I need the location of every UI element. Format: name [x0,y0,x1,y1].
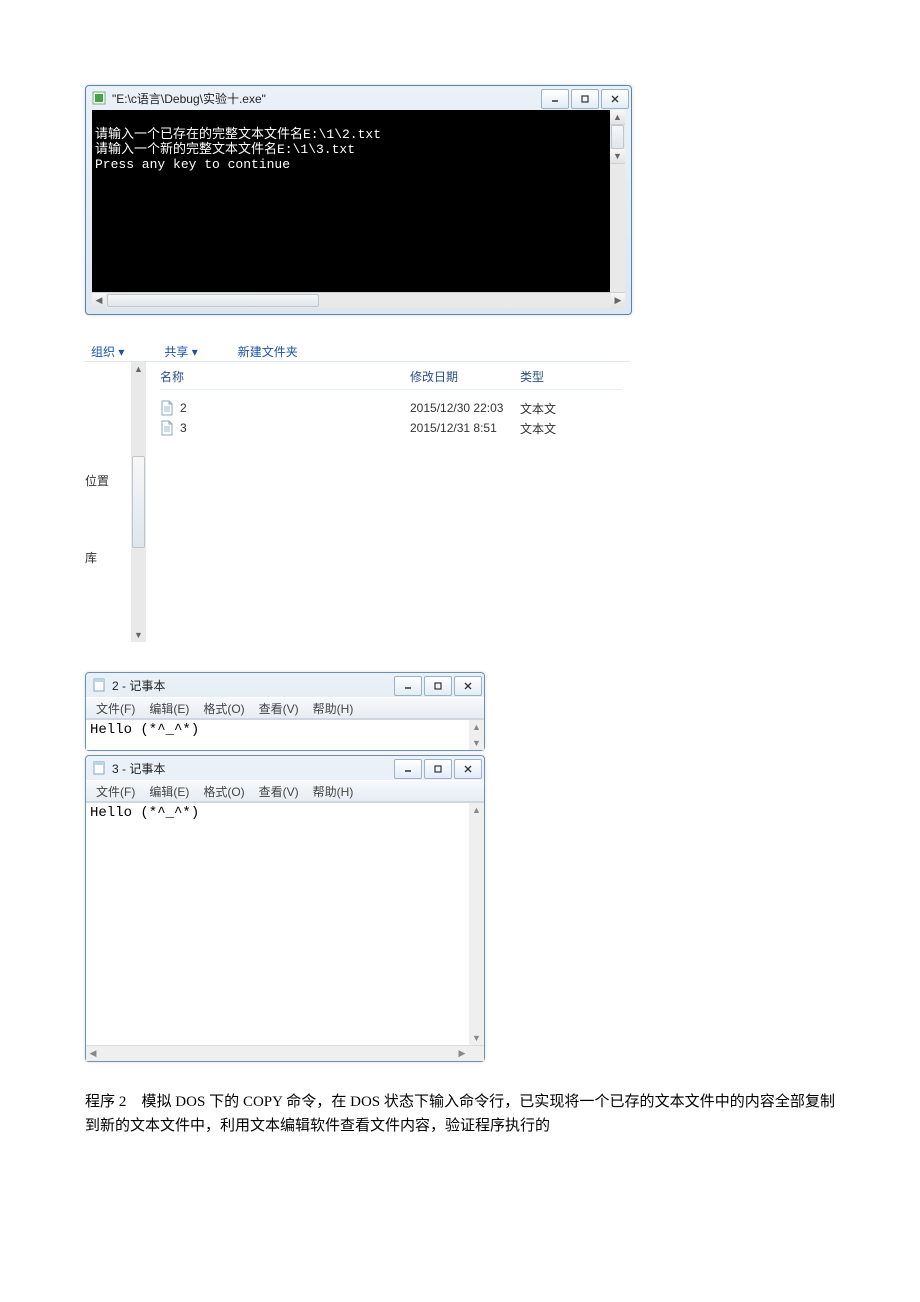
explorer-toolbar: 组织 ▾ 共享 ▾ 新建文件夹 [85,343,630,361]
maximize-button[interactable] [424,759,452,779]
menu-file[interactable]: 文件(F) [96,783,135,800]
nav-scrollbar[interactable]: ▲ ▼ [131,362,146,642]
menu-help[interactable]: 帮助(H) [313,783,354,800]
file-date: 2015/12/31 8:51 [410,421,520,435]
explorer-nav: 位置 库 [85,362,131,642]
notepad-editor[interactable]: Hello (*^_^*) [86,720,469,750]
text-file-icon [160,400,174,416]
menu-view[interactable]: 查看(V) [259,700,299,717]
paragraph-label: 程序 2 [85,1094,126,1110]
nav-item[interactable]: 库 [85,549,131,566]
scroll-right-icon[interactable]: ▶ [611,293,625,308]
console-window: "E:\c语言\Debug\实验十.exe" 请输入一个已存在的完整文本文件名E… [85,85,632,315]
file-type: 文本文 [520,420,570,437]
file-type: 文本文 [520,400,570,417]
scroll-down-icon[interactable]: ▼ [610,149,625,164]
menu-format[interactable]: 格式(O) [203,783,244,800]
notepad-titlebar[interactable]: 2 - 记事本 [86,673,484,697]
console-title: "E:\c语言\Debug\实验十.exe" [112,90,266,107]
column-headers: 名称 修改日期 类型 [160,368,622,390]
menu-edit[interactable]: 编辑(E) [149,700,189,717]
scroll-up-icon[interactable]: ▲ [469,720,484,734]
scroll-down-icon[interactable]: ▼ [469,1031,484,1045]
menu-edit[interactable]: 编辑(E) [149,783,189,800]
scrollbar-thumb[interactable] [107,294,319,307]
scroll-down-icon[interactable]: ▼ [469,736,484,750]
scroll-left-icon[interactable]: ◀ [86,1046,100,1061]
nav-item[interactable]: 位置 [85,472,131,489]
header-date[interactable]: 修改日期 [410,368,520,385]
scrollbar-thumb[interactable] [611,125,624,149]
vertical-scrollbar[interactable]: ▲ ▼ [469,720,484,750]
menu-help[interactable]: 帮助(H) [313,700,354,717]
toolbar-item[interactable]: 共享 ▾ [164,343,197,361]
scroll-down-icon[interactable]: ▼ [131,628,146,642]
horizontal-scrollbar[interactable]: ◀ ▶ [86,1045,484,1061]
scroll-left-icon[interactable]: ◀ [92,293,106,308]
header-type[interactable]: 类型 [520,368,570,385]
close-button[interactable] [454,759,482,779]
menu-view[interactable]: 查看(V) [259,783,299,800]
paragraph-text: 模拟 DOS 下的 COPY 命令，在 DOS 状态下输入命令行，已实现将一个已… [85,1094,835,1134]
scroll-up-icon[interactable]: ▲ [131,362,146,376]
close-button[interactable] [454,676,482,696]
header-name[interactable]: 名称 [160,368,410,385]
minimize-button[interactable] [541,89,569,109]
vertical-scrollbar[interactable]: ▲ ▼ [610,110,625,292]
close-button[interactable] [601,89,629,109]
minimize-button[interactable] [394,759,422,779]
notepad-window-3: 3 - 记事本 文件(F) 编辑(E) 格式(O) 查看(V) 帮助(H) He… [85,755,485,1062]
console-app-icon [92,91,106,105]
maximize-button[interactable] [571,89,599,109]
console-output: 请输入一个已存在的完整文本文件名E:\1\2.txt 请输入一个新的完整文本文件… [92,110,625,292]
menu-file[interactable]: 文件(F) [96,700,135,717]
console-line: 请输入一个已存在的完整文本文件名E:\1\2.txt [95,127,381,142]
notepad-titlebar[interactable]: 3 - 记事本 [86,756,484,780]
menu-format[interactable]: 格式(O) [203,700,244,717]
console-line: Press any key to continue [95,157,290,172]
vertical-scrollbar[interactable]: ▲ ▼ [469,803,484,1045]
explorer-window: 组织 ▾ 共享 ▾ 新建文件夹 位置 库 ▲ ▼ 名称 修改日期 类型 [85,343,630,642]
text-file-icon [160,420,174,436]
file-name: 3 [180,421,410,435]
notepad-menubar: 文件(F) 编辑(E) 格式(O) 查看(V) 帮助(H) [86,697,484,719]
notepad-icon [92,678,106,692]
scroll-right-icon[interactable]: ▶ [455,1046,469,1061]
toolbar-item[interactable]: 新建文件夹 [238,343,298,361]
notepad-title: 3 - 记事本 [112,760,165,777]
notepad-window-2: 2 - 记事本 文件(F) 编辑(E) 格式(O) 查看(V) 帮助(H) He… [85,672,485,751]
scroll-up-icon[interactable]: ▲ [469,803,484,817]
console-titlebar[interactable]: "E:\c语言\Debug\实验十.exe" [86,86,631,110]
notepad-title: 2 - 记事本 [112,677,165,694]
scrollbar-thumb[interactable] [132,456,145,548]
resize-grip[interactable] [469,1046,484,1061]
body-paragraph: 程序 2 模拟 DOS 下的 COPY 命令，在 DOS 状态下输入命令行，已实… [85,1090,835,1138]
file-row[interactable]: 3 2015/12/31 8:51 文本文 [160,418,622,438]
horizontal-scrollbar[interactable]: ◀ ▶ [92,292,625,308]
notepad-menubar: 文件(F) 编辑(E) 格式(O) 查看(V) 帮助(H) [86,780,484,802]
notepad-editor[interactable]: Hello (*^_^*) [86,803,469,1045]
file-name: 2 [180,401,410,415]
console-line: 请输入一个新的完整文本文件名E:\1\3.txt [95,142,355,157]
toolbar-item[interactable]: 组织 ▾ [91,343,124,361]
file-row[interactable]: 2 2015/12/30 22:03 文本文 [160,398,622,418]
maximize-button[interactable] [424,676,452,696]
notepad-icon [92,761,106,775]
file-date: 2015/12/30 22:03 [410,401,520,415]
scroll-up-icon[interactable]: ▲ [610,110,625,125]
minimize-button[interactable] [394,676,422,696]
